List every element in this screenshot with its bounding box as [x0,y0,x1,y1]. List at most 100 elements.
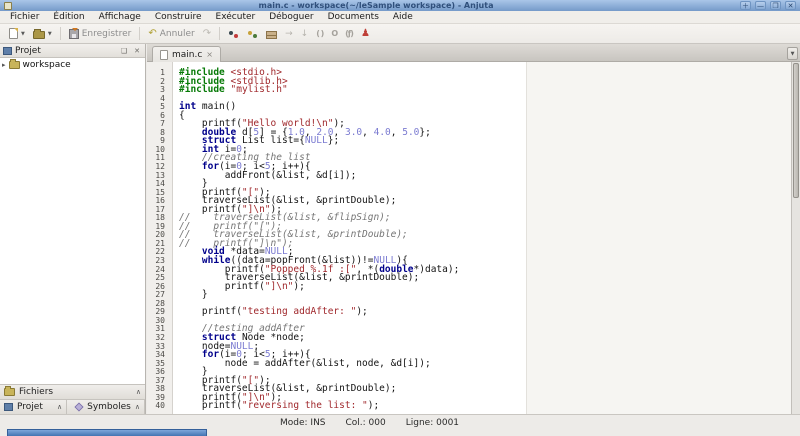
code-text: node = addAfter(&list, node, &d[i]); [179,360,791,369]
fold-margin [169,325,179,334]
menu-item[interactable]: Exécuter [209,12,263,22]
run-button[interactable]: → [281,27,297,41]
build-brick-icon [266,31,277,39]
code-text: addFront(&list, &d[i]); [179,172,791,181]
debugger-button[interactable]: ♟ [357,27,374,41]
toolbar-separator [139,27,140,40]
files-folder-icon [4,388,15,396]
menu-item[interactable]: Déboguer [262,12,320,22]
autocomplete-button[interactable]: O [327,28,341,39]
fold-margin [169,317,179,326]
menu-item[interactable]: Aide [386,12,420,22]
open-file-button[interactable]: ▼ [29,28,56,40]
function-parens-icon: (ƒ) [345,29,353,38]
menu-item[interactable]: Construire [148,12,209,22]
project-dock: Projet ❑ ✕ ▸ workspace Fichiers ∧ Projet… [0,44,146,414]
collapse-icon[interactable]: ∧ [136,388,141,396]
project-panel-label: Projet [17,402,53,412]
collapse-icon[interactable]: ∧ [57,403,62,411]
code-text: struct Node *node; [179,334,791,343]
code-text: } [179,291,791,300]
parentheses-icon: ( ) [316,29,323,38]
undo-label: Annuler [160,29,195,39]
dock-close-button[interactable]: ✕ [132,47,142,55]
minimize-button[interactable]: — [755,1,766,10]
code-text: } [179,180,791,189]
menu-item[interactable]: Édition [46,12,91,22]
function-button[interactable]: (ƒ) [341,28,357,39]
dock-detach-button[interactable]: ❑ [119,47,129,55]
tree-item-workspace[interactable]: ▸ workspace [0,58,145,72]
menu-item[interactable]: Affichage [92,12,148,22]
project-panel-bar[interactable]: Projet ∧ [0,400,67,414]
undo-icon: ↶ [148,28,156,40]
menu-item[interactable]: Documents [321,12,386,22]
code-lines: 1#include <stdio.h>2#include <stdlib.h>3… [147,69,791,411]
tab-main-c[interactable]: main.c × [152,46,221,62]
tab-label: main.c [172,50,202,60]
code-text: int main() [179,103,791,112]
fold-margin [169,223,179,232]
chevron-down-icon[interactable]: ▼ [21,31,25,37]
file-icon [160,50,168,60]
tab-close-icon[interactable]: × [206,50,213,59]
fold-margin [169,163,179,172]
fold-margin [169,248,179,257]
redo-button[interactable]: ↷ [199,27,215,41]
line-number: 6 [147,112,169,121]
build-button[interactable] [262,28,281,40]
code-line: 13 addFront(&list, &d[i]); [147,172,791,181]
colored-dots-icon [247,29,258,39]
line-number: 40 [147,402,169,411]
fold-margin [169,240,179,249]
fold-margin [169,274,179,283]
code-text [179,95,791,104]
files-panel-bar[interactable]: Fichiers ∧ [0,384,145,399]
editor-scrollbar[interactable] [791,62,800,414]
code-line: 27 } [147,291,791,300]
symbols-panel-bar[interactable]: Symboles ∧ [71,400,145,414]
calltip-button[interactable]: ( ) [312,28,327,39]
code-text: } [179,368,791,377]
shade-button[interactable]: ＋ [740,1,751,10]
editor-text-area[interactable]: 1#include <stdio.h>2#include <stdlib.h>3… [147,62,800,414]
new-file-button[interactable]: ▼ [5,27,29,40]
profile-button[interactable] [243,28,262,40]
tab-scroll-button[interactable]: ▼ [787,47,798,60]
toolbar-separator [219,27,220,40]
collapse-icon[interactable]: ∧ [135,403,140,411]
step-down-icon: ↓ [301,28,309,40]
project-tree[interactable]: ▸ workspace [0,58,145,384]
fold-margin [169,137,179,146]
fold-margin [169,300,179,309]
fold-margin [169,197,179,206]
fold-margin [169,189,179,198]
maximize-button[interactable]: ❐ [770,1,781,10]
debug-config-button[interactable] [224,28,243,40]
line-number: 4 [147,95,169,104]
code-line: 29 printf("testing addAfter: "); [147,308,791,317]
fold-margin [169,86,179,95]
line-number: 3 [147,86,169,95]
title-bar[interactable]: main.c - workspace(~/leSample workspace)… [0,0,800,11]
expander-icon[interactable]: ▸ [2,61,6,69]
save-button[interactable]: Enregistrer [65,28,136,40]
fold-margin [169,146,179,155]
fold-margin [169,112,179,121]
step-button[interactable]: ↓ [297,27,313,41]
fold-margin [169,360,179,369]
close-button[interactable]: ✕ [785,1,796,10]
menu-bar: FichierÉditionAffichageConstruireExécute… [0,11,800,24]
fold-margin [169,283,179,292]
chevron-down-icon[interactable]: ▼ [48,31,52,37]
progress-bar [7,429,207,436]
folder-icon [9,61,20,69]
scrollbar-thumb[interactable] [793,63,799,198]
fold-margin [169,69,179,78]
undo-button[interactable]: ↶ Annuler [144,27,198,41]
fold-margin [169,78,179,87]
fold-margin [169,154,179,163]
fold-margin [169,120,179,129]
menu-item[interactable]: Fichier [3,12,46,22]
code-text: printf("testing addAfter: "); [179,308,791,317]
